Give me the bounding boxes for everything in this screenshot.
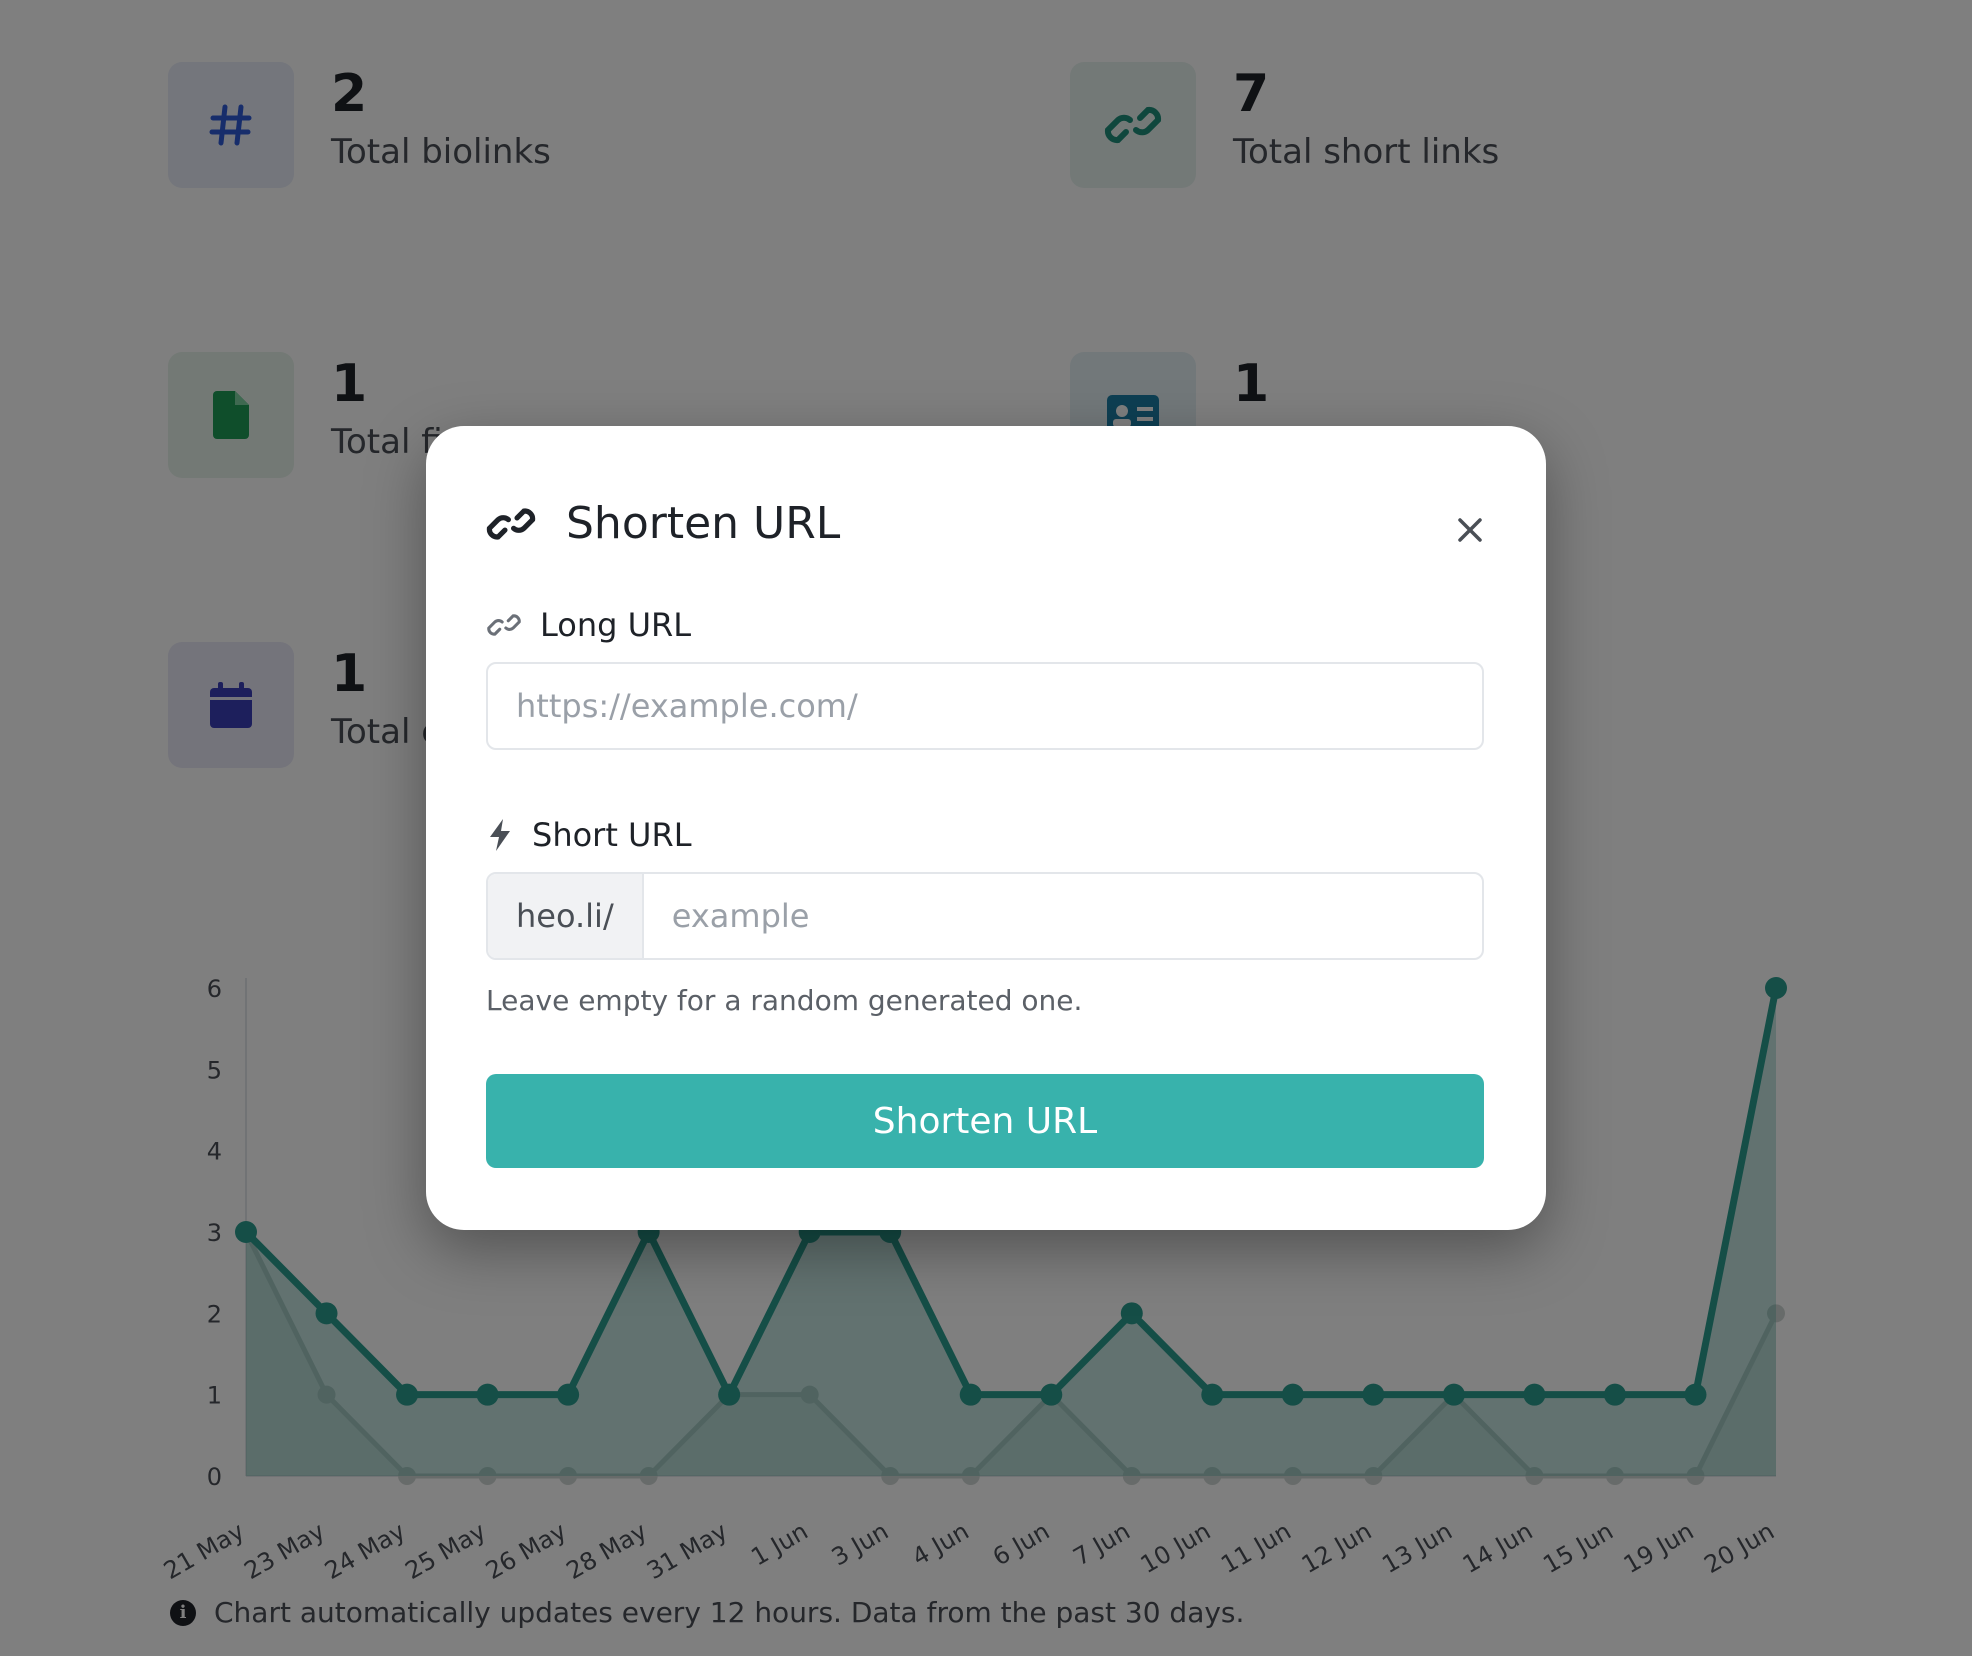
short-url-label-text: Short URL (532, 816, 692, 854)
long-url-label: Long URL (486, 606, 691, 644)
close-button[interactable] (1450, 510, 1490, 550)
close-icon (1458, 518, 1482, 542)
long-url-label-text: Long URL (540, 606, 692, 644)
short-url-field[interactable]: heo.li/ (486, 872, 1484, 960)
short-url-label: Short URL (486, 816, 692, 854)
shorten-url-modal: Shorten URL Long URL Short URL heo.li/ L… (426, 426, 1546, 1230)
shorten-url-button[interactable]: Shorten URL (486, 1074, 1484, 1168)
long-url-field[interactable] (486, 662, 1484, 750)
long-url-input[interactable] (488, 664, 1482, 748)
short-url-help-text: Leave empty for a random generated one. (486, 984, 1083, 1017)
short-url-prefix: heo.li/ (488, 874, 644, 958)
modal-header: Shorten URL (486, 498, 840, 549)
modal-title: Shorten URL (566, 498, 841, 549)
bolt-icon (490, 819, 510, 851)
link-icon (486, 507, 536, 540)
link-icon (487, 614, 521, 636)
short-url-input[interactable] (643, 874, 1482, 958)
